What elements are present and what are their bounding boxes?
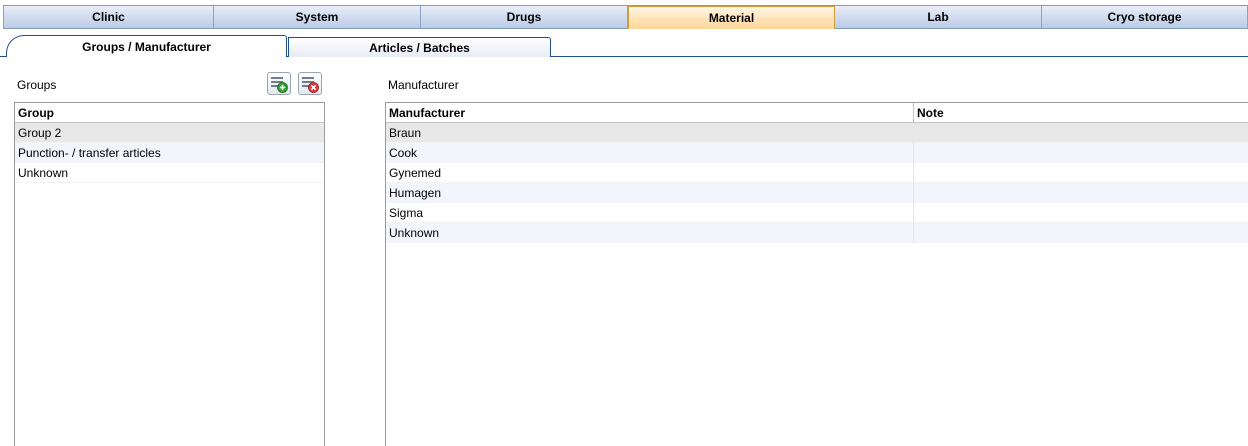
- manufacturer-title: Manufacturer: [388, 78, 459, 92]
- groups-table: Group Group 2 Punction- / transfer artic…: [14, 102, 325, 446]
- tab-lab[interactable]: Lab: [835, 6, 1042, 29]
- manufacturer-name: Sigma: [389, 206, 424, 220]
- manufacturer-note: [913, 223, 1248, 243]
- column-header-group[interactable]: Group: [15, 103, 324, 123]
- add-list-icon: [271, 76, 288, 93]
- manufacturer-row[interactable]: Unknown: [386, 223, 1248, 243]
- delete-group-button[interactable]: [298, 72, 322, 95]
- group-name: Punction- / transfer articles: [18, 146, 161, 160]
- tab-cryo-storage[interactable]: Cryo storage: [1042, 6, 1248, 29]
- manufacturer-name: Gynemed: [389, 166, 442, 180]
- manufacturer-row[interactable]: Gynemed: [386, 163, 1248, 183]
- groups-title: Groups: [17, 78, 57, 92]
- group-row[interactable]: Group 2: [15, 123, 324, 143]
- tab-system[interactable]: System: [214, 6, 421, 29]
- manufacturer-name: Unknown: [389, 226, 440, 240]
- tab-material[interactable]: Material: [628, 6, 835, 29]
- groups-table-header: Group: [15, 103, 324, 123]
- tab-groups-manufacturer[interactable]: Groups / Manufacturer: [6, 35, 287, 57]
- manufacturer-row[interactable]: Cook: [386, 143, 1248, 163]
- manufacturer-name: Braun: [389, 126, 422, 140]
- manufacturer-note: [913, 143, 1248, 163]
- manufacturer-name: Cook: [389, 146, 418, 160]
- manufacturer-table: Manufacturer Note Braun Cook Gynemed Hum…: [385, 102, 1248, 446]
- manufacturer-note: [913, 123, 1248, 143]
- manufacturer-table-header: Manufacturer Note: [386, 103, 1248, 123]
- manufacturer-row[interactable]: Braun: [386, 123, 1248, 143]
- manufacturer-note: [913, 183, 1248, 203]
- group-name: Group 2: [18, 126, 62, 140]
- group-row[interactable]: Punction- / transfer articles: [15, 143, 324, 163]
- sub-tab-bar: Groups / Manufacturer Articles / Batches: [0, 35, 1248, 57]
- manufacturer-note: [913, 203, 1248, 223]
- manufacturer-name: Humagen: [389, 186, 442, 200]
- module-tab-bar: Clinic System Drugs Material Lab Cryo st…: [3, 5, 1248, 29]
- manufacturer-note: [913, 163, 1248, 183]
- tab-articles-batches[interactable]: Articles / Batches: [288, 37, 551, 57]
- column-header-note[interactable]: Note: [913, 103, 1248, 123]
- manufacturer-row[interactable]: Humagen: [386, 183, 1248, 203]
- tab-clinic[interactable]: Clinic: [3, 6, 214, 29]
- column-header-manufacturer[interactable]: Manufacturer: [386, 103, 913, 123]
- group-row[interactable]: Unknown: [15, 163, 324, 183]
- add-group-button[interactable]: [267, 72, 291, 95]
- tab-drugs[interactable]: Drugs: [421, 6, 628, 29]
- delete-list-icon: [302, 76, 319, 93]
- group-name: Unknown: [18, 166, 69, 180]
- manufacturer-row[interactable]: Sigma: [386, 203, 1248, 223]
